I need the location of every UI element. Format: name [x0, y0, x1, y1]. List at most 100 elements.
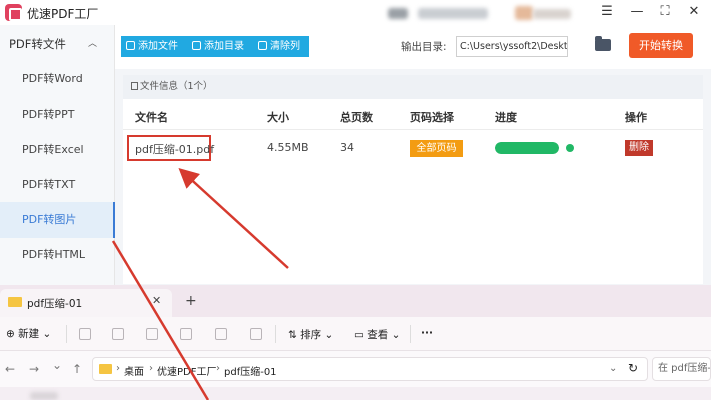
add-folder-button[interactable]: 添加目录	[187, 36, 253, 57]
blurred-area	[30, 392, 58, 400]
sidebar-item-pdf-to-txt[interactable]: PDF转TXT	[0, 167, 114, 203]
refresh-button[interactable]: ↻	[628, 361, 638, 375]
file-table: 文件名 大小 总页数 页码选择 进度 操作 pdf压缩-01.pdf 4.55M…	[123, 99, 703, 284]
clear-list-button[interactable]: 清除列表	[253, 36, 309, 73]
file-panel: 文件信息（1个） 文件名 大小 总页数 页码选择 进度 操作 pdf压缩-01.…	[115, 69, 711, 290]
chevron-down-icon: ⌄	[321, 329, 334, 341]
start-convert-button[interactable]: 开始转换	[629, 33, 693, 58]
title-bar: 优速PDF工厂 ☰ — ⛶ ✕	[0, 0, 711, 25]
file-info-bar: 文件信息（1个）	[123, 75, 703, 99]
divider	[410, 325, 411, 343]
view-icon: ▭	[354, 329, 368, 341]
file-name: pdf压缩-01.pdf	[135, 143, 215, 156]
explorer-tab-bar: pdf压缩-01 ✕ +	[0, 285, 711, 317]
breadcrumb-desktop[interactable]: 桌面	[124, 363, 144, 378]
sidebar-item-pdf-to-ppt[interactable]: PDF转PPT	[0, 97, 114, 133]
output-path-field[interactable]: C:\Users\yssoft2\Deskto	[456, 36, 568, 57]
sidebar-item-pdf-to-html[interactable]: PDF转HTML	[0, 237, 114, 273]
app-logo-icon	[5, 4, 22, 21]
folder-icon	[99, 364, 112, 374]
sidebar-item-pdf-to-excel[interactable]: PDF转Excel	[0, 132, 114, 168]
col-header-pages: 总页数	[340, 111, 373, 124]
sidebar-item-pdf-to-image[interactable]: PDF转图片	[0, 202, 115, 238]
file-info-title: 文件信息（1个）	[140, 81, 213, 92]
view-label: 查看	[367, 329, 389, 341]
folder-open-icon[interactable]	[595, 36, 611, 51]
sort-label: 排序	[300, 329, 322, 341]
close-button[interactable]: ✕	[684, 3, 704, 21]
more-options-button[interactable]: ···	[421, 327, 433, 339]
command-bar: ⊕ 新建 ⌄ ⇅ 排序 ⌄ ▭ 查看 ⌄ ···	[0, 317, 711, 351]
breadcrumb-separator: ›	[149, 363, 153, 374]
breadcrumb-dropdown-icon[interactable]: ⌄	[609, 363, 617, 374]
delete-icon[interactable]	[250, 328, 262, 340]
breadcrumb-separator: ›	[116, 363, 120, 374]
divider	[66, 325, 67, 343]
folder-icon	[8, 297, 22, 307]
up-button[interactable]: ↑	[72, 362, 82, 376]
add-file-icon	[126, 41, 135, 50]
file-size: 4.55MB	[267, 141, 309, 154]
chevron-down-icon: ⌄	[39, 328, 52, 340]
col-header-filename: 文件名	[135, 111, 168, 124]
blurred-area	[418, 8, 488, 19]
new-menu-button[interactable]: ⊕ 新建 ⌄	[6, 326, 51, 341]
menu-icon[interactable]: ☰	[597, 3, 617, 21]
app-title: 优速PDF工厂	[27, 7, 99, 21]
recent-locations-button[interactable]: ⌄	[52, 358, 62, 372]
output-dir-label: 输出目录:	[401, 41, 447, 53]
forward-button[interactable]: →	[29, 362, 39, 376]
paste-icon[interactable]	[146, 328, 158, 340]
col-header-progress: 进度	[495, 111, 517, 124]
minimize-button[interactable]: —	[627, 3, 647, 21]
status-dot-icon	[566, 144, 574, 152]
page-select-button[interactable]: 全部页码	[410, 140, 463, 157]
divider	[275, 325, 276, 343]
sidebar-section-header[interactable]: PDF转文件 ︿	[0, 25, 115, 61]
new-menu-label: 新建	[18, 328, 40, 340]
cut-icon[interactable]	[79, 328, 91, 340]
col-header-action: 操作	[625, 111, 647, 124]
new-tab-button[interactable]: +	[185, 293, 197, 309]
sidebar-section-label: PDF转文件	[9, 37, 66, 51]
share-icon[interactable]	[215, 328, 227, 340]
address-bar-row: ← → ⌄ ↑ › 桌面 › 优速PDF工厂 › pdf压缩-01 ⌄ ↻ 在 …	[0, 351, 711, 387]
breadcrumb-current[interactable]: pdf压缩-01	[224, 363, 277, 378]
add-folder-icon	[192, 41, 201, 50]
blurred-area	[533, 9, 571, 19]
rename-icon[interactable]	[180, 328, 192, 340]
blurred-area	[515, 6, 533, 20]
progress-fill	[495, 142, 559, 154]
progress-bar	[495, 142, 559, 154]
sort-icon: ⇅	[288, 329, 301, 341]
maximize-button[interactable]: ⛶	[655, 3, 675, 21]
explorer-tab[interactable]: pdf压缩-01 ✕	[0, 289, 172, 317]
col-header-page-select: 页码选择	[410, 111, 454, 124]
breadcrumb-separator: ›	[216, 363, 220, 374]
chevron-down-icon: ⌄	[388, 329, 401, 341]
blurred-area	[388, 8, 408, 19]
header-divider	[123, 129, 703, 130]
chevron-up-icon: ︿	[87, 39, 97, 49]
tab-title: pdf压缩-01	[27, 298, 83, 310]
sidebar-item-pdf-to-word[interactable]: PDF转Word	[0, 61, 114, 97]
close-tab-icon[interactable]: ✕	[152, 294, 161, 307]
file-explorer-window: pdf压缩-01 ✕ + ⊕ 新建 ⌄ ⇅ 排序 ⌄ ▭ 查看 ⌄ ··· ← …	[0, 285, 711, 400]
breadcrumb-app-folder[interactable]: 优速PDF工厂	[157, 363, 216, 378]
add-file-label: 添加文件	[138, 41, 178, 52]
address-bar[interactable]: › 桌面 › 优速PDF工厂 › pdf压缩-01 ⌄ ↻	[92, 357, 648, 381]
add-file-button[interactable]: 添加文件	[121, 36, 187, 57]
sidebar: PDF转文件 ︿ PDF转Word PDF转PPT PDF转Excel PDF转…	[0, 25, 115, 290]
file-pages: 34	[340, 141, 354, 154]
add-circle-icon: ⊕	[6, 328, 19, 340]
copy-icon[interactable]	[112, 328, 124, 340]
delete-button[interactable]: 删除	[625, 140, 653, 156]
toolbar: 添加文件 添加目录 清除列表 输出目录: C:\Users\yssoft2\De…	[115, 25, 711, 73]
search-input[interactable]: 在 pdf压缩-01	[652, 357, 711, 381]
col-header-size: 大小	[267, 111, 289, 124]
trash-icon	[258, 41, 267, 50]
back-button[interactable]: ←	[5, 362, 15, 376]
view-button[interactable]: ▭ 查看 ⌄	[354, 327, 400, 342]
sort-button[interactable]: ⇅ 排序 ⌄	[288, 327, 333, 342]
document-icon	[131, 82, 138, 90]
